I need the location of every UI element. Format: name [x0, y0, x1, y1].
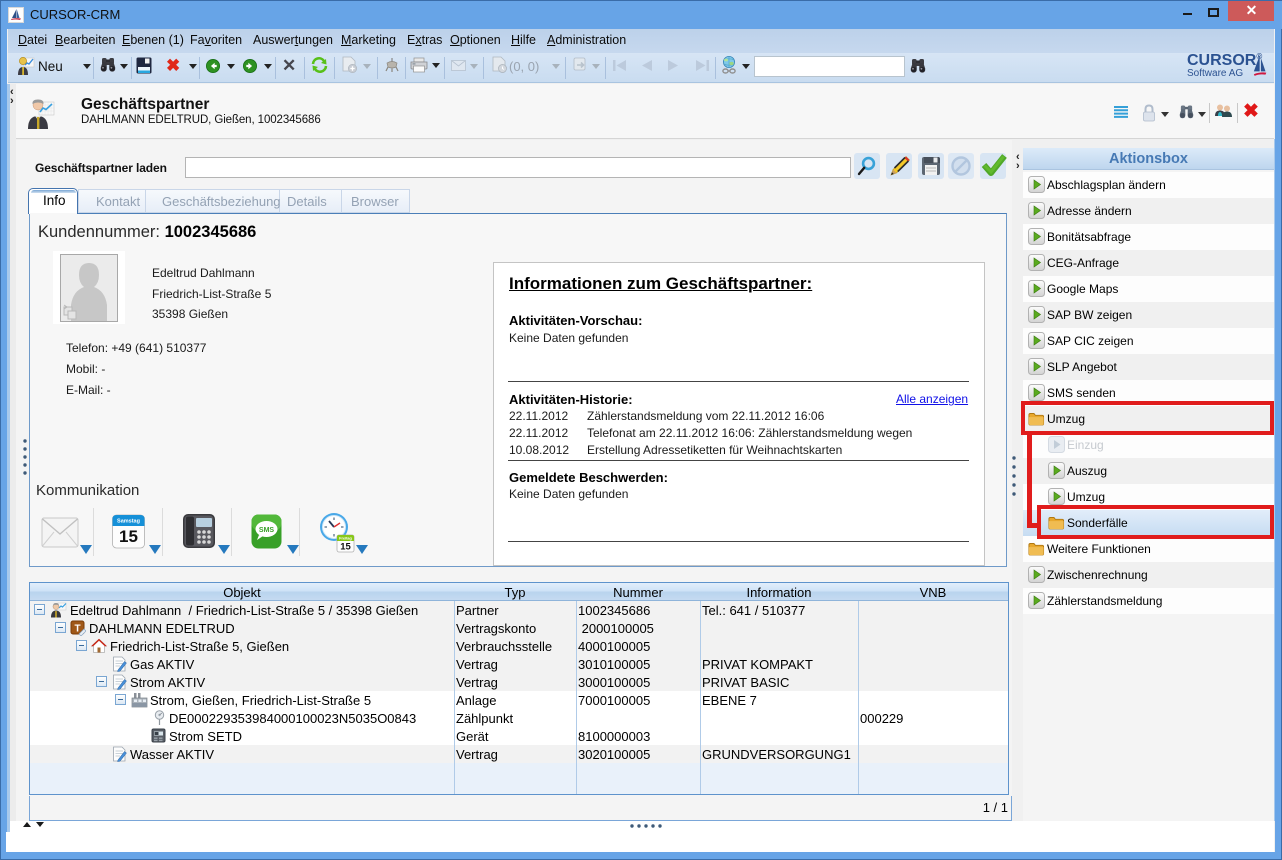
svg-text:Samstag: Samstag	[117, 519, 140, 525]
svg-text:T: T	[74, 624, 80, 635]
svg-text:SMS: SMS	[259, 527, 275, 534]
svg-text:15: 15	[119, 527, 138, 546]
svg-text:15: 15	[340, 542, 351, 553]
svg-text:Freitag: Freitag	[339, 537, 352, 541]
